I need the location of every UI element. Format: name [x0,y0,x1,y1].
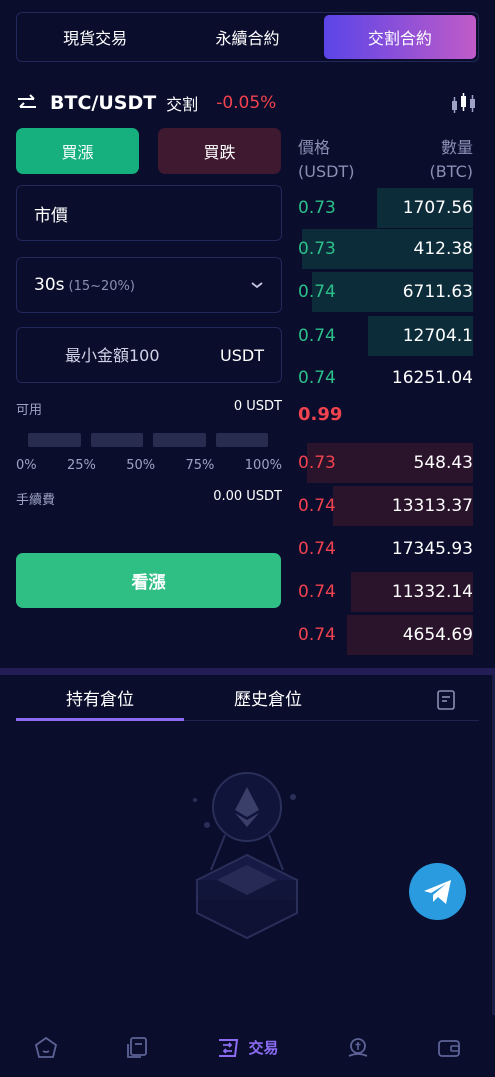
ask-price: 0.74 [298,368,336,388]
pair-change: -0.05% [216,93,277,113]
ask-price: 0.73 [298,239,336,259]
ask-qty: 1707.56 [402,198,473,218]
ask-price: 0.74 [298,282,336,302]
duration-value: 30s [34,275,65,295]
pair-name[interactable]: BTC/USDT [50,92,156,114]
bid-price: 0.73 [298,453,336,473]
percent-0[interactable]: 0% [16,458,37,473]
telegram-button[interactable] [409,863,466,920]
ask-qty: 12704.1 [402,326,473,346]
bottom-nav: 交易 [0,1018,495,1077]
pair-type: 交割 [166,95,199,114]
percent-75[interactable]: 75% [186,458,215,473]
amount-field: USDT [16,327,282,383]
buy-down-button[interactable]: 買跌 [158,128,281,174]
tab-delivery[interactable]: 交割合約 [323,15,476,59]
orderbook-ask-row[interactable]: 0.73 412.38 [298,229,473,269]
bid-price: 0.74 [298,582,336,602]
orderbook-header: 價格 (USDT) 數量 (BTC) [298,136,473,184]
trade-icon [219,1038,239,1057]
percent-25[interactable]: 25% [67,458,96,473]
order-type-label: 市價 [34,205,68,226]
duration-select[interactable]: 30s (15~20%) [16,257,282,313]
orders-icon [127,1036,147,1058]
orderbook-bid-row[interactable]: 0.73 548.43 [298,443,473,483]
nav-trade[interactable]: 交易 [216,1036,278,1060]
orderbook-bid-row[interactable]: 0.74 11332.14 [298,572,473,612]
duration-range: (15~20%) [68,279,135,294]
available-label: 可用 [16,403,43,418]
document-icon[interactable] [435,689,457,711]
tab-spot[interactable]: 現貨交易 [19,15,171,59]
tab-perpetual[interactable]: 永續合約 [171,15,323,59]
nav-trade-label: 交易 [248,1039,279,1057]
bid-qty: 548.43 [413,453,473,473]
bid-qty: 11332.14 [391,582,473,602]
amount-input[interactable] [65,345,205,365]
available-value: 0 USDT [233,399,282,414]
tab-open-positions[interactable]: 持有倉位 [16,683,184,721]
nav-finance[interactable] [346,1036,370,1060]
fee-value: 0.00 USDT [213,489,282,504]
slider-segment[interactable] [90,433,143,447]
contract-type-tabs: 現貨交易 永續合約 交割合約 [16,12,479,62]
nav-wallet[interactable] [437,1036,461,1060]
nav-home[interactable] [34,1036,58,1060]
nav-orders[interactable] [125,1036,149,1060]
slider-segment[interactable] [215,433,268,447]
orderbook-ask-row[interactable]: 0.74 12704.1 [298,316,473,356]
chevron-down-icon [251,282,263,289]
position-tabs: 持有倉位 歷史倉位 [16,683,479,721]
percent-50[interactable]: 50% [126,458,155,473]
slider-segment[interactable] [153,433,206,447]
qty-header: 數量 [440,138,473,157]
ask-qty: 412.38 [413,239,473,259]
orderbook-bid-row[interactable]: 0.74 4654.69 [298,615,473,655]
ask-qty: 16251.04 [391,368,473,388]
empty-state-eth-icon [193,772,300,940]
fee-row: 手續費 0.00 USDT [16,489,282,508]
qty-unit: (BTC) [429,162,473,181]
home-icon [34,1036,57,1058]
ask-qty: 6711.63 [402,282,473,302]
orderbook-bid-row[interactable]: 0.74 13313.37 [298,486,473,526]
bid-price: 0.74 [298,625,336,645]
slider-segment[interactable] [28,433,81,447]
percent-100[interactable]: 100% [245,458,282,473]
finance-icon [348,1037,368,1057]
orderbook-ask-row[interactable]: 0.74 6711.63 [298,272,473,312]
bid-qty: 17345.93 [391,539,473,559]
bid-price: 0.74 [298,539,336,559]
bid-qty: 13313.37 [391,496,473,516]
amount-percent-slider[interactable] [28,433,268,447]
orderbook-ask-row[interactable]: 0.74 16251.04 [298,358,473,398]
bid-price: 0.74 [298,496,336,516]
wallet-icon [438,1039,461,1057]
order-type-field[interactable]: 市價 [16,185,282,241]
percent-labels: 0% 25% 50% 75% 100% [16,458,282,473]
amount-unit: USDT [220,345,264,365]
last-price: 0.99 [298,404,343,425]
swap-arrows-icon[interactable] [16,92,38,114]
pair-header: BTC/USDT 交割 -0.05% [16,88,479,118]
price-unit: (USDT) [298,162,355,181]
price-header: 價格 [298,138,331,157]
bullish-submit-button[interactable]: 看漲 [16,553,281,608]
orderbook-bid-row[interactable]: 0.74 17345.93 [298,529,473,569]
orderbook-ask-row[interactable]: 0.73 1707.56 [298,188,473,228]
ask-price: 0.73 [298,198,336,218]
available-row: 可用 0 USDT [16,399,282,418]
section-divider [0,668,495,675]
candlestick-icon[interactable] [451,92,477,114]
tab-position-history[interactable]: 歷史倉位 [184,683,352,720]
telegram-icon [423,879,451,904]
buy-up-button[interactable]: 買漲 [16,128,139,174]
ask-price: 0.74 [298,326,336,346]
bid-qty: 4654.69 [402,625,473,645]
fee-label: 手續費 [16,493,56,508]
